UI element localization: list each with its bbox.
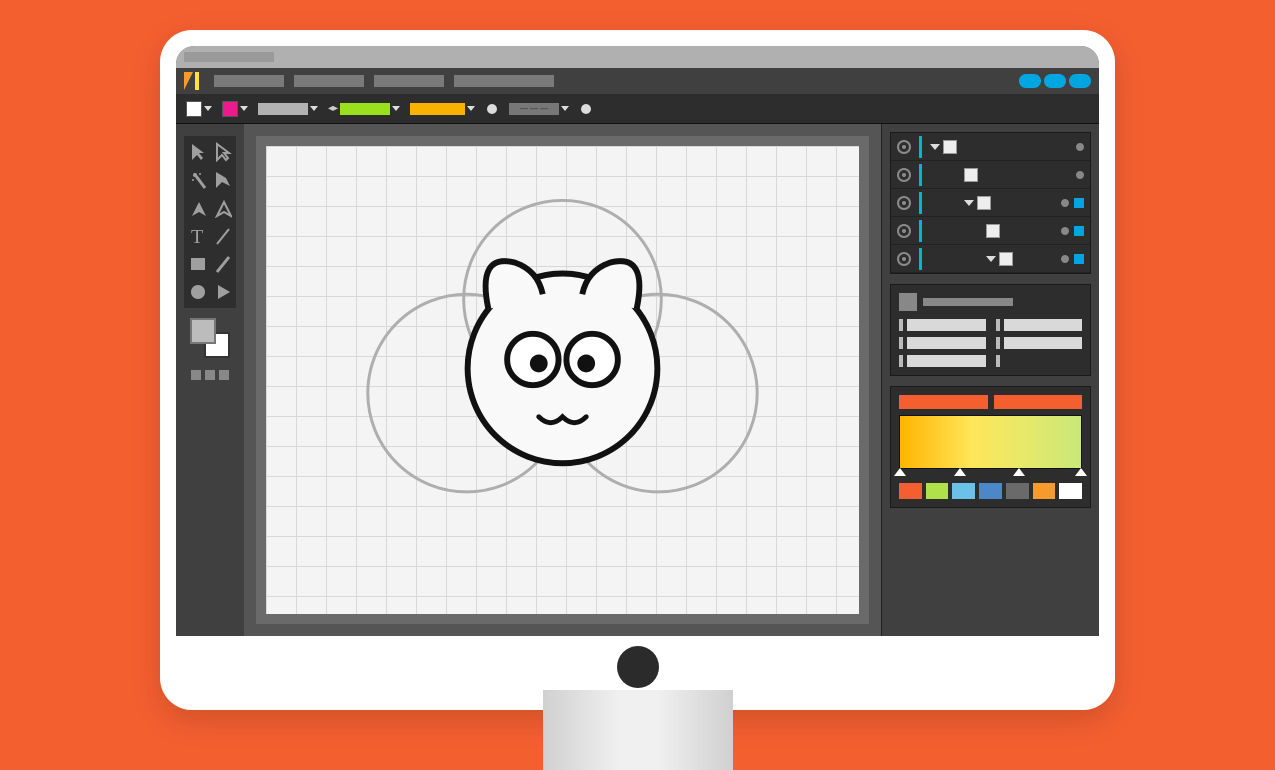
pencil-tool[interactable] xyxy=(214,254,232,274)
swatch[interactable] xyxy=(979,483,1002,499)
stroke-swatch[interactable] xyxy=(222,101,248,117)
swatch[interactable] xyxy=(1006,483,1029,499)
gradient-stop[interactable] xyxy=(1075,468,1087,476)
toolbox-footer xyxy=(184,370,236,380)
color-panel-tab[interactable] xyxy=(994,395,1083,409)
screen-mode-full[interactable] xyxy=(205,370,215,380)
visibility-toggle-icon[interactable] xyxy=(897,168,911,182)
artwork-cat-face xyxy=(266,146,859,581)
rectangle-tool[interactable] xyxy=(189,254,207,274)
swatch-row xyxy=(899,483,1082,499)
property-field[interactable] xyxy=(996,319,1083,331)
menu-bar xyxy=(176,68,1099,94)
canvas-area xyxy=(244,124,881,636)
property-field[interactable] xyxy=(996,337,1083,349)
gradient-stop[interactable] xyxy=(1013,468,1025,476)
align-option-a[interactable] xyxy=(487,104,497,114)
property-field[interactable] xyxy=(996,355,1083,367)
swatch[interactable] xyxy=(926,483,949,499)
swatch[interactable] xyxy=(952,483,975,499)
svg-text:T: T xyxy=(191,226,203,246)
curvature-pen-tool[interactable] xyxy=(214,198,232,218)
artboard[interactable] xyxy=(266,146,859,614)
menu-item[interactable] xyxy=(374,75,444,87)
window-button-min[interactable] xyxy=(1019,74,1041,88)
fill-swatch[interactable] xyxy=(186,101,212,117)
screen-mode-normal[interactable] xyxy=(191,370,201,380)
pen-tool[interactable] xyxy=(189,198,207,218)
magic-wand-tool[interactable] xyxy=(189,170,207,190)
selection-tool[interactable] xyxy=(189,142,207,162)
power-button[interactable] xyxy=(617,646,659,688)
gradient-stop[interactable] xyxy=(894,468,906,476)
fg-bg-color-swatches[interactable] xyxy=(190,318,230,358)
color-panel xyxy=(890,386,1091,508)
menu-item[interactable] xyxy=(214,75,284,87)
visibility-toggle-icon[interactable] xyxy=(897,140,911,154)
layer-row[interactable] xyxy=(891,133,1090,161)
screen: ◂▸ — — — xyxy=(176,46,1099,636)
window-title-bar xyxy=(176,46,1099,68)
stroke-weight-field[interactable] xyxy=(258,101,318,117)
ellipse-tool[interactable] xyxy=(189,282,207,302)
visibility-toggle-icon[interactable] xyxy=(897,196,911,210)
selection-thumb-icon xyxy=(899,293,917,311)
monitor-stand xyxy=(543,690,733,770)
swatch[interactable] xyxy=(899,483,922,499)
canvas-frame xyxy=(256,136,869,624)
misc-field[interactable]: — — — xyxy=(509,101,569,117)
title-placeholder xyxy=(184,52,274,62)
window-buttons xyxy=(1019,74,1091,88)
swatch[interactable] xyxy=(1033,483,1056,499)
layer-row[interactable] xyxy=(891,161,1090,189)
menu-item[interactable] xyxy=(454,75,554,87)
property-field[interactable] xyxy=(899,319,986,331)
monitor-frame: ◂▸ — — — xyxy=(160,30,1115,710)
panel-dock xyxy=(881,124,1099,636)
app-logo xyxy=(184,72,204,90)
visibility-toggle-icon[interactable] xyxy=(897,252,911,266)
window-button-close[interactable] xyxy=(1069,74,1091,88)
layers-panel xyxy=(890,132,1091,274)
stroke-style-field[interactable]: ◂▸ xyxy=(328,101,400,117)
direct-selection-tool[interactable] xyxy=(214,142,232,162)
selection-name-placeholder xyxy=(923,298,1013,306)
lasso-tool[interactable] xyxy=(214,170,232,190)
layer-row[interactable] xyxy=(891,189,1090,217)
toolbox: T xyxy=(176,124,244,636)
gradient-stop[interactable] xyxy=(954,468,966,476)
type-tool[interactable]: T xyxy=(189,226,207,246)
layer-row[interactable] xyxy=(891,245,1090,273)
properties-panel xyxy=(890,284,1091,376)
screen-mode-present[interactable] xyxy=(219,370,229,380)
color-panel-tab[interactable] xyxy=(899,395,988,409)
opacity-field[interactable] xyxy=(410,101,475,117)
align-option-b[interactable] xyxy=(581,104,591,114)
gradient-slider[interactable] xyxy=(899,415,1082,469)
line-tool[interactable] xyxy=(214,226,232,246)
options-bar: ◂▸ — — — xyxy=(176,94,1099,124)
layer-row[interactable] xyxy=(891,217,1090,245)
swatch[interactable] xyxy=(1059,483,1082,499)
property-field[interactable] xyxy=(899,337,986,349)
property-field[interactable] xyxy=(899,355,986,367)
window-button-max[interactable] xyxy=(1044,74,1066,88)
play-tool[interactable] xyxy=(214,282,232,302)
visibility-toggle-icon[interactable] xyxy=(897,224,911,238)
menu-item[interactable] xyxy=(294,75,364,87)
